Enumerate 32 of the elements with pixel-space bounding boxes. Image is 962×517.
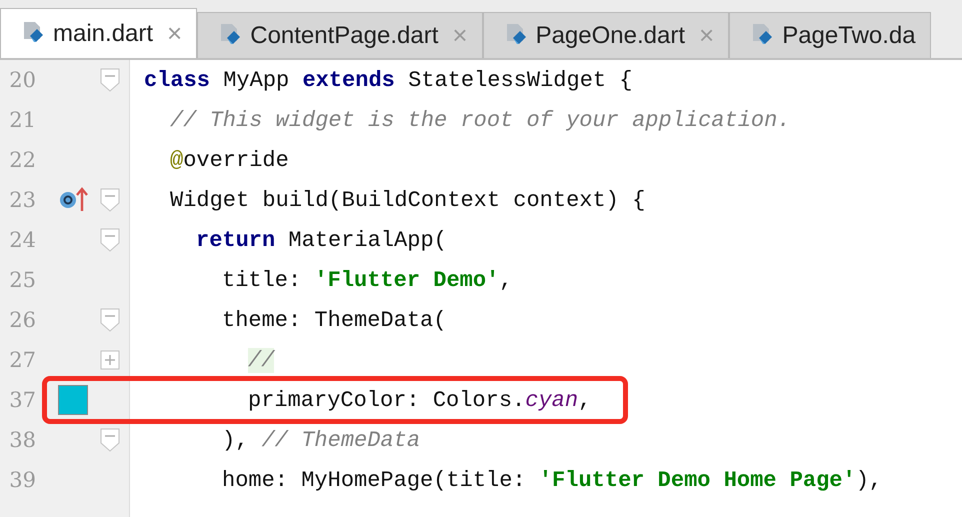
code-line: Widget build(BuildContext context) { <box>169 188 646 212</box>
line-number: 26 <box>8 308 36 332</box>
code-line: // This widget is the root of your application. <box>169 108 791 132</box>
code-line: title: 'Flutter Demo', <box>221 268 512 292</box>
fold-icon[interactable] <box>100 428 120 452</box>
line-number: 37 <box>8 388 36 412</box>
line-number: 23 <box>8 188 36 212</box>
line-number: 22 <box>8 148 36 172</box>
code-line: home: MyHomePage(title: 'Flutter Demo Home Page'), <box>221 468 882 492</box>
line-number: 38 <box>8 428 36 452</box>
file-tab[interactable]: PageTwo.da <box>729 12 931 58</box>
file-tab[interactable]: PageOne.dart × <box>482 12 730 58</box>
code-line: primaryColor: Colors.cyan, <box>247 388 592 412</box>
file-tab[interactable]: main.dart × <box>0 8 198 58</box>
fold-icon[interactable] <box>100 188 120 212</box>
line-number: 39 <box>8 468 36 492</box>
code-line: @override <box>169 148 289 172</box>
line-number: 24 <box>8 228 36 252</box>
fold-icon[interactable] <box>100 68 120 92</box>
fold-icon[interactable] <box>100 228 120 252</box>
code-line: ), // ThemeData <box>221 428 420 452</box>
line-number: 25 <box>8 268 36 292</box>
file-tab[interactable]: ContentPage.dart × <box>197 12 483 58</box>
fold-icon[interactable] <box>100 308 120 332</box>
code-line: theme: ThemeData( <box>221 308 446 332</box>
line-number: 27 <box>8 348 36 372</box>
line-number: 20 <box>8 68 36 92</box>
color-swatch[interactable] <box>58 385 88 415</box>
line-number: 21 <box>8 108 36 132</box>
code-line: class MyApp extends StatelessWidget { <box>143 68 632 92</box>
unfold-icon[interactable] <box>100 350 120 370</box>
code-line: return MaterialApp( <box>195 228 447 252</box>
